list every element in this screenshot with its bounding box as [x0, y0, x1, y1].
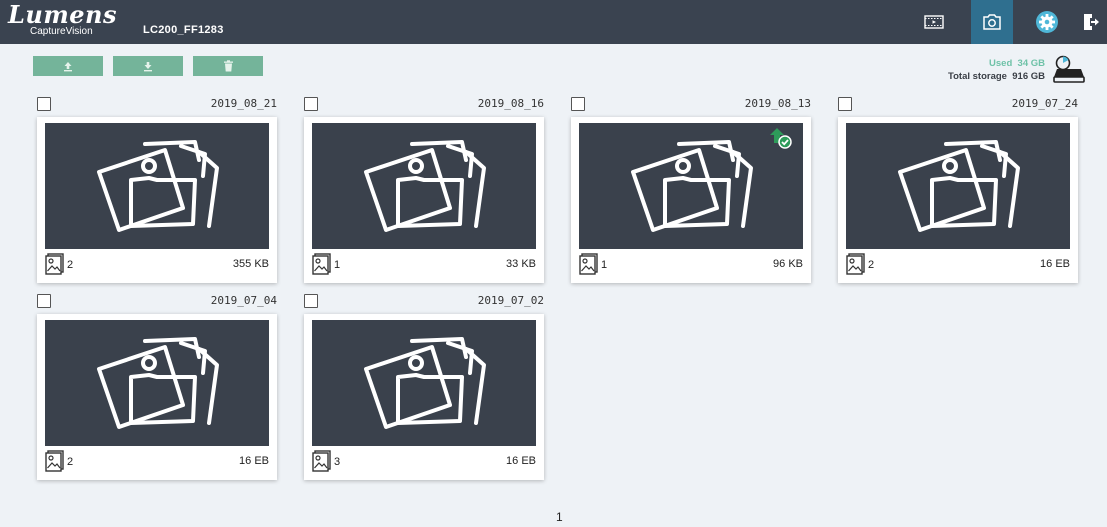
- storage-used-value: 34 GB: [1017, 58, 1045, 69]
- storage-total: Total storage 916 GB: [948, 70, 1045, 83]
- video-mode-button[interactable]: [913, 0, 955, 44]
- album-card[interactable]: 2 16 EB: [838, 117, 1078, 283]
- upload-button[interactable]: [33, 56, 103, 76]
- photo-count-icon: [846, 253, 865, 275]
- trash-icon: [223, 60, 233, 72]
- album-thumbnail[interactable]: [45, 123, 269, 249]
- photo-count: 1: [601, 259, 608, 271]
- album-thumbnail[interactable]: [312, 123, 536, 249]
- album-footer: 2 355 KB: [45, 250, 269, 280]
- storage-used: Used 34 GB: [948, 57, 1045, 70]
- album-header: 2019_08_13: [571, 97, 811, 115]
- photo-count-icon-wrap: [45, 450, 65, 476]
- album-date: 2019_08_13: [744, 97, 811, 110]
- photo-album-icon: [631, 140, 753, 232]
- settings-button[interactable]: [1026, 0, 1068, 44]
- photo-count: 1: [334, 259, 341, 271]
- photo-album-icon: [364, 337, 486, 429]
- photo-count: 2: [868, 259, 875, 271]
- album-header: 2019_07_24: [838, 97, 1078, 115]
- album-size: 96 KB: [773, 258, 803, 270]
- logo-title: Lumens: [8, 0, 117, 29]
- top-bar: Lumens CaptureVision LC200_FF1283: [0, 0, 1107, 44]
- album-thumbnail[interactable]: [846, 123, 1070, 249]
- photo-count-icon-wrap: [579, 253, 599, 279]
- album-card[interactable]: 2 355 KB: [37, 117, 277, 283]
- photo-count: 3: [334, 456, 341, 468]
- photo-count-icon: [45, 253, 64, 275]
- album-size: 33 KB: [506, 258, 536, 270]
- photo-count-icon: [312, 450, 331, 472]
- album-footer: 3 16 EB: [312, 447, 536, 477]
- album-footer: 2 16 EB: [846, 250, 1070, 280]
- upload-icon: [64, 62, 72, 72]
- album-select-checkbox[interactable]: [571, 97, 585, 111]
- gear-icon: [1036, 11, 1058, 33]
- photo-count-icon-wrap: [312, 450, 332, 476]
- album-size: 16 EB: [506, 455, 536, 467]
- download-button[interactable]: [113, 56, 183, 76]
- album-footer: 2 16 EB: [45, 447, 269, 477]
- photo-album-icon: [97, 337, 219, 429]
- album-card[interactable]: 3 16 EB: [304, 314, 544, 480]
- exit-icon: [1084, 14, 1099, 30]
- lumens-logo: Lumens CaptureVision: [8, 0, 117, 38]
- photo-count: 2: [67, 456, 74, 468]
- album-select-checkbox[interactable]: [37, 97, 51, 111]
- film-icon: [924, 15, 944, 29]
- album-date: 2019_08_16: [477, 97, 544, 110]
- album-card[interactable]: 1 96 KB: [571, 117, 811, 283]
- camera-icon: [983, 14, 1001, 30]
- album-date: 2019_07_04: [210, 294, 277, 307]
- photo-count-icon: [312, 253, 331, 275]
- photo-count: 2: [67, 259, 74, 271]
- album-select-checkbox[interactable]: [304, 97, 318, 111]
- album-card[interactable]: 1 33 KB: [304, 117, 544, 283]
- photo-count-icon-wrap: [846, 253, 866, 279]
- album-thumbnail[interactable]: [312, 320, 536, 446]
- album-date: 2019_07_24: [1011, 97, 1078, 110]
- photo-album-icon: [898, 140, 1020, 232]
- album-header: 2019_07_04: [37, 294, 277, 312]
- photo-count-icon-wrap: [312, 253, 332, 279]
- storage-total-label: Total storage: [948, 71, 1007, 82]
- photo-count-icon: [45, 450, 64, 472]
- album-card[interactable]: 2 16 EB: [37, 314, 277, 480]
- storage-info: Used 34 GB Total storage 916 GB: [948, 57, 1045, 83]
- album-date: 2019_07_02: [477, 294, 544, 307]
- pagination-page[interactable]: 1: [556, 510, 563, 524]
- album-select-checkbox[interactable]: [37, 294, 51, 308]
- album-header: 2019_07_02: [304, 294, 544, 312]
- album-size: 16 EB: [239, 455, 269, 467]
- photo-album-icon: [364, 140, 486, 232]
- album-size: 16 EB: [1040, 258, 1070, 270]
- storage-total-value: 916 GB: [1012, 71, 1045, 82]
- logout-button[interactable]: [1070, 0, 1107, 44]
- photo-count-icon-wrap: [45, 253, 65, 279]
- download-icon: [144, 62, 152, 72]
- album-footer: 1 33 KB: [312, 250, 536, 280]
- disk-usage-icon: [1053, 55, 1085, 83]
- album-header: 2019_08_21: [37, 97, 277, 115]
- uploaded-check-icon: [770, 128, 792, 149]
- storage-used-label: Used: [989, 58, 1013, 69]
- album-date: 2019_08_21: [210, 97, 277, 110]
- delete-button[interactable]: [193, 56, 263, 76]
- album-size: 355 KB: [232, 258, 269, 270]
- photo-album-icon: [97, 140, 219, 232]
- album-header: 2019_08_16: [304, 97, 544, 115]
- photo-count-icon: [579, 253, 598, 275]
- album-select-checkbox[interactable]: [304, 294, 318, 308]
- album-thumbnail[interactable]: [45, 320, 269, 446]
- photo-mode-button[interactable]: [971, 0, 1013, 44]
- album-select-checkbox[interactable]: [838, 97, 852, 111]
- album-thumbnail[interactable]: [579, 123, 803, 249]
- album-footer: 1 96 KB: [579, 250, 803, 280]
- device-name: LC200_FF1283: [143, 24, 224, 36]
- upload-status-badge: [769, 127, 793, 153]
